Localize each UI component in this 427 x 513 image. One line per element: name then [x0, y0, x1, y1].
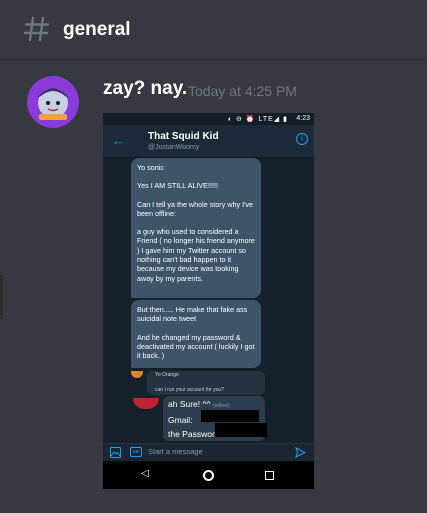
gif-icon: GIF — [130, 447, 142, 457]
nav-back-icon: ◁ — [141, 468, 149, 479]
message-input: Start a message — [148, 447, 203, 456]
divider — [0, 275, 3, 319]
android-nav-bar: ◁ — [103, 461, 314, 489]
quote-user: Yo Orange — [155, 372, 179, 378]
send-icon — [295, 447, 306, 458]
redaction — [215, 423, 267, 437]
orange-avatar — [131, 371, 143, 378]
dm-bubble: Yo sonic Yes I AM STILL ALIVE!!!!! Can I… — [131, 158, 261, 298]
bubble-text: Yes I AM STILL ALIVE!!!!! — [137, 181, 218, 191]
bubble-text: a guy who used to considered a Friend ( … — [137, 227, 255, 283]
red-avatar — [133, 398, 159, 409]
message-timestamp: Today at 4:25 PM — [188, 83, 297, 99]
back-arrow-icon: ← — [112, 133, 125, 148]
message-author[interactable]: zay? nay. — [103, 78, 187, 100]
quote-text: can I run your account for you? — [155, 387, 224, 393]
dm-name: That Squid Kid — [148, 131, 219, 142]
quoted-message: Yo Orange can I run your account for you… — [147, 371, 265, 395]
bubble-text: And he changed my password & deactivated… — [137, 332, 255, 361]
dm-handle: @JustanWoomy — [148, 144, 200, 151]
status-icons: ◐ ⊖ ⏰ LTE◢ ▮ — [227, 116, 288, 123]
bubble-text: Can I tell ya the whole story why I've b… — [137, 199, 254, 218]
bubble-text: But then..... He make that fake ass suic… — [137, 305, 248, 324]
redaction — [201, 410, 259, 422]
nav-home-icon — [203, 470, 214, 481]
nav-recent-icon — [265, 471, 274, 480]
dm-header: ← That Squid Kid @JustanWoomy i — [103, 125, 314, 158]
channel-header: general — [0, 0, 427, 60]
edited-label: (edited) — [212, 403, 230, 409]
status-time: 4:23 — [296, 115, 310, 122]
photo-icon — [110, 447, 121, 458]
dm-bubble: But then..... He make that fake ass suic… — [131, 300, 261, 368]
avatar[interactable] — [27, 76, 79, 128]
phone-status-bar: ◐ ⊖ ⏰ LTE◢ ▮ 4:23 — [103, 113, 314, 125]
image-attachment[interactable]: ◐ ⊖ ⏰ LTE◢ ▮ 4:23 ← That Squid Kid @Just… — [103, 113, 314, 489]
dm-composer: GIF Start a message — [103, 443, 314, 461]
hash-icon — [24, 16, 50, 42]
info-icon: i — [296, 133, 308, 145]
bubble-text: Yo sonic — [137, 163, 164, 172]
channel-name: general — [63, 19, 131, 40]
reply-line: ah Sure! ^^ — [168, 399, 211, 409]
